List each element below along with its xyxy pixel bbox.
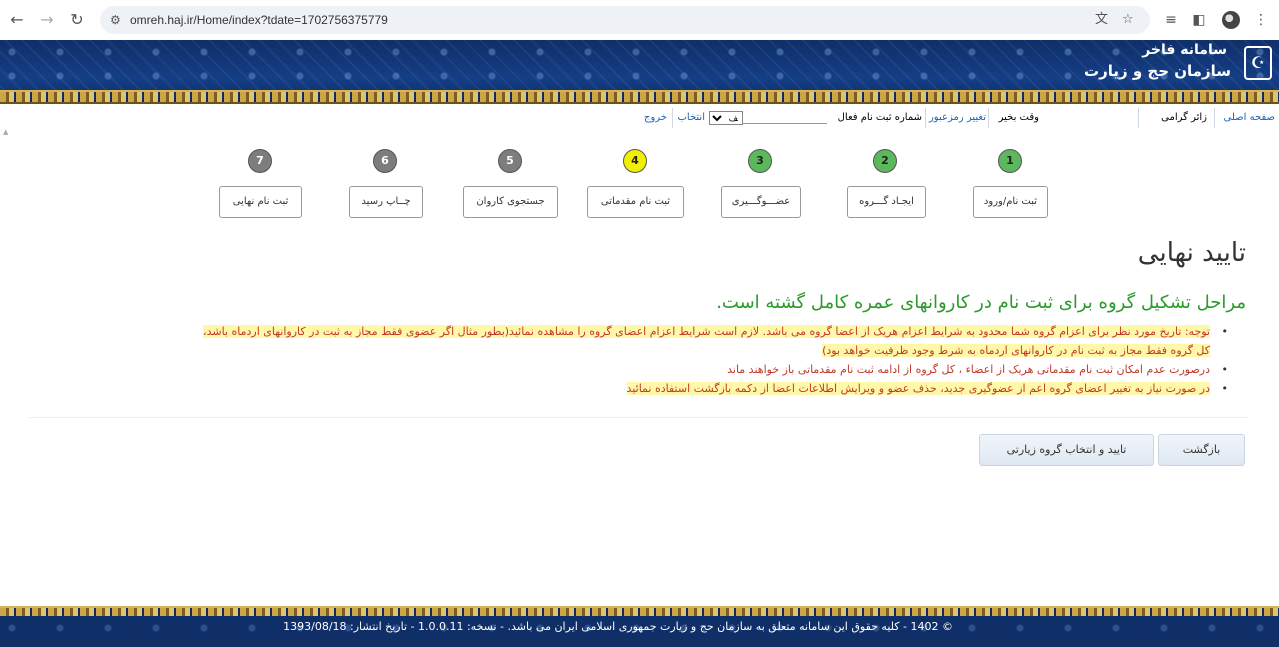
divider (988, 108, 989, 128)
step-6-print-receipt[interactable]: چــاپ رسید (349, 186, 423, 218)
bullet-icon: • (1221, 363, 1229, 376)
divider (1214, 108, 1215, 128)
step-3-circle: 3 (748, 149, 772, 173)
greeting-text: وقت بخیر (998, 112, 1039, 123)
browser-toolbar: ← → ↻ ⚙ omreh.haj.ir/Home/index?tdate=17… (0, 0, 1279, 41)
registration-input-line (742, 123, 827, 124)
completion-message: مراحل تشکیل گروه برای ثبت نام در کاروانه… (716, 292, 1246, 313)
reading-list-icon[interactable]: ≡ (1160, 9, 1182, 31)
brand-subtitle: سازمان حج و زیارت (1084, 62, 1231, 80)
content-divider (28, 417, 1248, 418)
list-item: • درصورت عدم امکان ثبت نام مقدماتی هریک … (24, 360, 1228, 379)
brand-title: سامانه فاخر (1142, 42, 1227, 58)
reload-icon[interactable]: ↻ (66, 9, 88, 31)
bookmark-star-icon[interactable]: ☆ (1122, 6, 1134, 34)
choose-link[interactable]: انتخاب (678, 106, 706, 130)
step-1-circle: 1 (998, 149, 1022, 173)
bullet-icon: • (1221, 382, 1229, 395)
url-text[interactable]: omreh.haj.ir/Home/index?tdate=1702756375… (130, 6, 388, 34)
notes-list: • توجه: تاریخ مورد نظر برای اعزام گروه ش… (24, 322, 1228, 398)
change-password-link[interactable]: تغییر رمزعبور (929, 106, 986, 130)
confirm-select-group-button[interactable]: تایید و انتخاب گروه زیارتی (979, 434, 1154, 466)
step-3-member-recruitment[interactable]: عضـــوگـــیری (721, 186, 801, 218)
list-item: • در صورت نیاز به تغییر اعضای گروه اعم ا… (24, 379, 1228, 398)
step-7-circle: 7 (248, 149, 272, 173)
note-text: درصورت عدم امکان ثبت نام مقدماتی هریک از… (727, 363, 1210, 376)
step-1-register-login[interactable]: ثبت نام/ورود (973, 186, 1048, 218)
step-2-circle: 2 (873, 149, 897, 173)
step-6-circle: 6 (373, 149, 397, 173)
registration-number-select[interactable]: ﻒ (709, 111, 743, 125)
user-info-bar: صفحه اصلی زائر گرامی وقت بخیر تغییر رمزع… (0, 106, 1279, 130)
note-text: توجه: تاریخ مورد نظر برای اعزام گروه شما… (203, 325, 1210, 338)
profile-avatar[interactable] (1222, 11, 1240, 29)
divider (925, 108, 926, 128)
side-panel-icon[interactable]: ◧ (1188, 9, 1210, 31)
banner-ornament-border (0, 90, 1279, 104)
active-registration-label: شماره ثبت نام فعال (837, 112, 922, 123)
site-info-icon[interactable]: ⚙ (110, 6, 121, 34)
hajj-logo-icon: ☪ (1244, 46, 1272, 80)
step-4-preliminary-registration[interactable]: ثبت نام مقدماتی (587, 186, 684, 218)
step-4-circle: 4 (623, 149, 647, 173)
note-text-continued: کل گروه فقط مجاز به ثبت نام در کاروانهای… (822, 344, 1210, 357)
address-bar[interactable]: ⚙ omreh.haj.ir/Home/index?tdate=17027563… (100, 6, 1150, 34)
logout-link[interactable]: خروج (644, 106, 667, 130)
page-title: تایید نهایی (1137, 238, 1246, 268)
divider (672, 108, 673, 128)
back-arrow-icon[interactable]: ← (6, 9, 28, 31)
more-menu-icon[interactable]: ⋮ (1250, 9, 1272, 31)
forward-arrow-icon[interactable]: → (36, 9, 58, 31)
bullet-icon: • (1221, 325, 1229, 338)
back-button[interactable]: بازگشت (1158, 434, 1245, 466)
divider (1138, 108, 1139, 128)
pilgrim-label: زائر گرامی (1161, 112, 1207, 123)
home-link[interactable]: صفحه اصلی (1224, 106, 1275, 130)
note-text: در صورت نیاز به تغییر اعضای گروه اعم از … (626, 382, 1210, 395)
step-5-circle: 5 (498, 149, 522, 173)
step-2-create-group[interactable]: ایجـاد گـــروه (847, 186, 926, 218)
step-7-final-registration[interactable]: ثبت نام نهایی (219, 186, 302, 218)
footer-ornament-border (0, 606, 1279, 616)
scroll-up-icon[interactable]: ▲ (3, 128, 8, 136)
step-5-caravan-search[interactable]: جستجوی کاروان (463, 186, 558, 218)
translate-icon[interactable]: 文 (1095, 6, 1108, 34)
list-item: • توجه: تاریخ مورد نظر برای اعزام گروه ش… (24, 322, 1228, 360)
copyright-text: © 1402 - کلیه حقوق این سامانه متعلق به س… (283, 620, 953, 633)
